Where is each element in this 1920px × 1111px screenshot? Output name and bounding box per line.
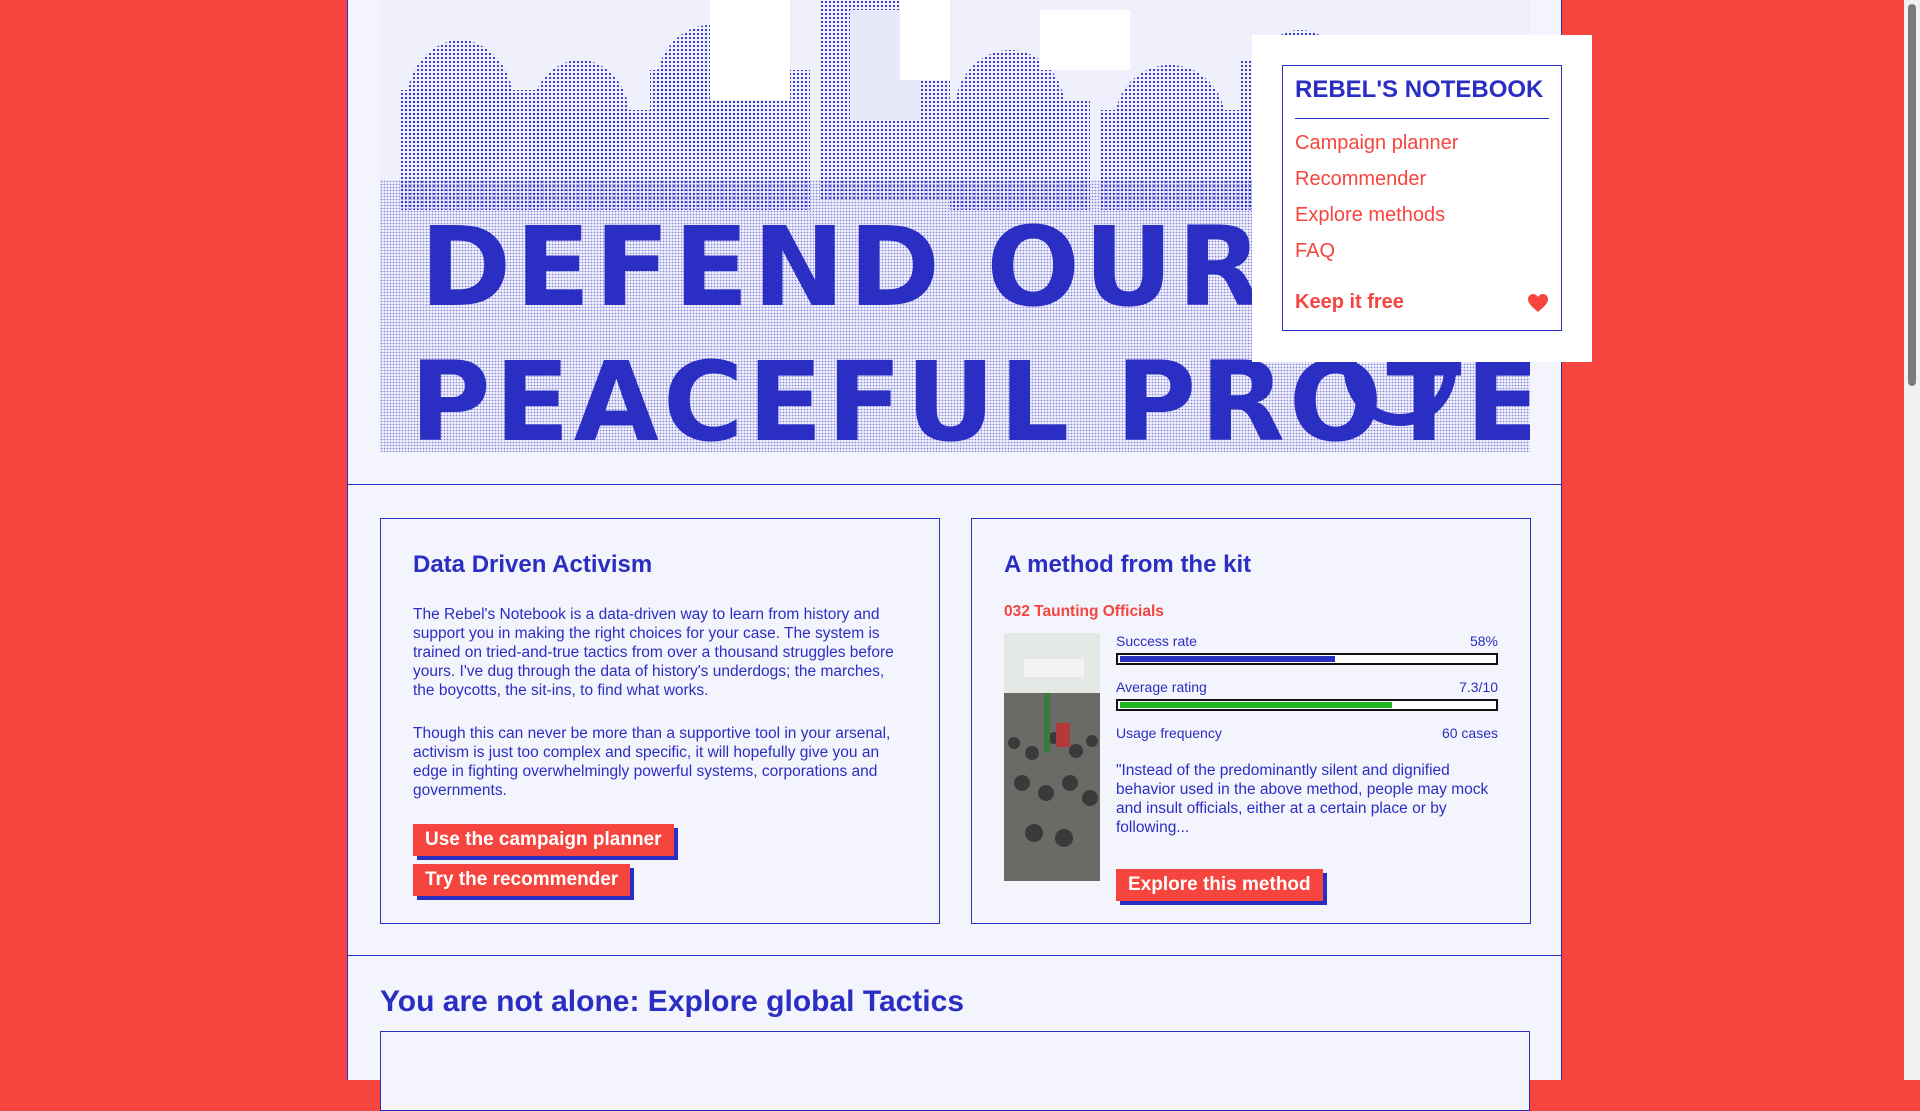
nav-box: REBEL'S NOTEBOOK Campaign planner Recomm… — [1282, 65, 1562, 331]
keep-it-free-link[interactable]: Keep it free — [1295, 291, 1549, 314]
recommender-button[interactable]: Try the recommender — [413, 864, 631, 896]
usage-frequency-label: Usage frequency — [1116, 725, 1222, 741]
scrollbar-thumb[interactable] — [1908, 4, 1916, 386]
section-divider — [348, 955, 1561, 956]
nav-item-faq[interactable]: FAQ — [1295, 239, 1549, 263]
nav-item-explore-methods[interactable]: Explore methods — [1295, 203, 1549, 227]
intro-card: Data Driven Activism The Rebel's Noteboo… — [380, 518, 940, 924]
nav-item-campaign-planner[interactable]: Campaign planner — [1295, 131, 1549, 155]
intro-title: Data Driven Activism — [413, 551, 653, 578]
average-rating-bar — [1116, 699, 1498, 711]
nav-panel: REBEL'S NOTEBOOK Campaign planner Recomm… — [1252, 35, 1592, 362]
method-card-title: A method from the kit — [1004, 551, 1252, 578]
global-tactics-map[interactable] — [380, 1031, 1530, 1111]
explore-method-button[interactable]: Explore this method — [1116, 869, 1323, 901]
keep-it-free-label: Keep it free — [1295, 291, 1404, 313]
heart-icon — [1528, 293, 1548, 312]
page-scrollbar[interactable] — [1904, 0, 1920, 1080]
success-rate-value: 58% — [1469, 633, 1498, 649]
site-title[interactable]: REBEL'S NOTEBOOK — [1295, 76, 1549, 119]
success-rate-label: Success rate — [1116, 633, 1197, 649]
average-rating-value: 7.3/10 — [1459, 679, 1498, 695]
average-rating-fill — [1120, 702, 1392, 708]
usage-frequency-value: 60 cases — [1441, 725, 1498, 741]
method-quote: "Instead of the predominantly silent and… — [1116, 762, 1489, 836]
intro-paragraph-1: The Rebel's Notebook is a data-driven wa… — [413, 606, 894, 699]
success-rate-bar — [1116, 653, 1498, 665]
method-name[interactable]: 032 Taunting Officials — [1004, 603, 1498, 621]
nav-item-recommender[interactable]: Recommender — [1295, 167, 1549, 191]
intro-paragraph-2: Though this can never be more than a sup… — [413, 725, 891, 799]
method-card: A method from the kit 032 Taunting Offic… — [971, 518, 1531, 924]
average-rating-label: Average rating — [1116, 679, 1207, 695]
global-tactics-title: You are not alone: Explore global Tactic… — [380, 985, 965, 1018]
hero-divider — [348, 484, 1561, 485]
method-photo[interactable] — [1004, 633, 1100, 881]
success-rate-fill — [1120, 656, 1336, 662]
campaign-planner-button[interactable]: Use the campaign planner — [413, 824, 674, 856]
